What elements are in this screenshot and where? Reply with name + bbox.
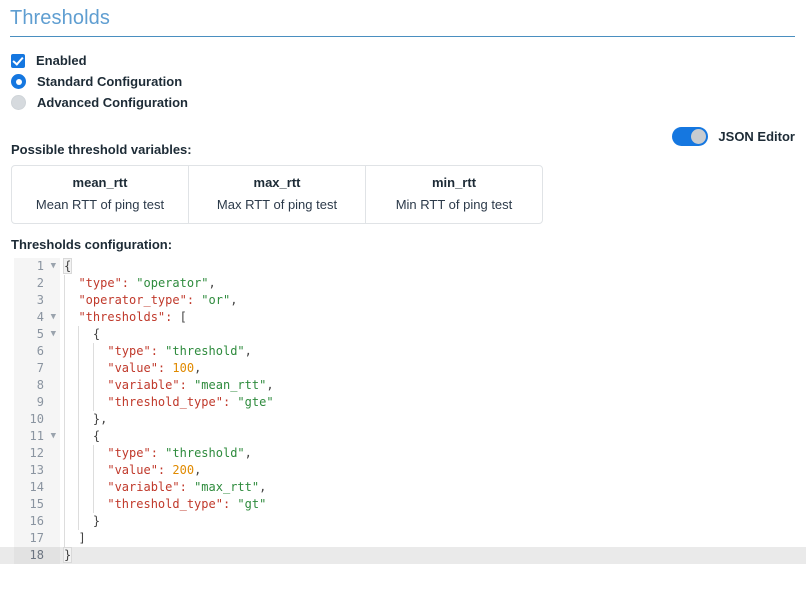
code-line[interactable]: 18}: [0, 547, 806, 565]
code-line[interactable]: 1 ▼{: [0, 258, 806, 276]
fold-arrow-icon[interactable]: ▼: [51, 428, 56, 445]
line-number: 13: [14, 462, 60, 480]
line-number: 1 ▼: [14, 258, 60, 276]
variable-cell: max_rtt Max RTT of ping test: [188, 166, 365, 224]
fold-arrow-icon[interactable]: ▼: [51, 309, 56, 326]
standard-configuration-radio-row[interactable]: Standard Configuration: [11, 72, 806, 91]
code-text: {: [92, 327, 101, 342]
line-number: 10: [14, 411, 60, 429]
json-code-editor[interactable]: 1 ▼{2 "type": "operator", 3 "operator_type…: [0, 258, 806, 573]
variable-description: Max RTT of ping test: [216, 196, 338, 212]
enabled-checkbox-row[interactable]: Enabled: [11, 51, 806, 70]
code-text: ]: [78, 531, 86, 546]
code-text: {: [62, 258, 73, 275]
code-text: "value": 200,: [107, 463, 202, 478]
line-number: 16: [14, 513, 60, 531]
standard-configuration-radio[interactable]: [11, 74, 26, 89]
toggle-knob-icon: [691, 129, 707, 144]
thresholds-configuration-label: Thresholds configuration:: [11, 237, 173, 253]
variable-name: mean_rtt: [72, 175, 128, 190]
code-line[interactable]: 11 ▼ {: [0, 428, 806, 446]
code-text: "threshold_type": "gte": [107, 395, 274, 410]
line-number: 12: [14, 445, 60, 463]
line-number: 14: [14, 479, 60, 497]
code-line[interactable]: 7 "value": 100,: [0, 360, 806, 378]
line-number: 5 ▼: [14, 326, 60, 344]
threshold-variables-table: mean_rtt Mean RTT of ping test max_rtt M…: [11, 165, 543, 225]
line-number: 6: [14, 343, 60, 361]
line-number: 18: [14, 547, 60, 565]
code-text: "variable": "max_rtt",: [107, 480, 267, 495]
variable-description: Mean RTT of ping test: [35, 196, 165, 212]
code-line[interactable]: 2 "type": "operator",: [0, 275, 806, 293]
code-text: {: [92, 429, 101, 444]
code-text: "value": 100,: [107, 361, 202, 376]
line-number: 17: [14, 530, 60, 548]
code-line[interactable]: 3 "operator_type": "or",: [0, 292, 806, 310]
code-text: "thresholds": [: [78, 310, 187, 325]
code-text: }: [62, 547, 73, 564]
enabled-checkbox[interactable]: [11, 53, 25, 68]
code-text: "operator_type": "or",: [78, 293, 238, 308]
advanced-configuration-radio-row[interactable]: Advanced Configuration: [11, 93, 806, 112]
line-number: 8: [14, 377, 60, 395]
variable-description: Min RTT of ping test: [395, 196, 513, 212]
code-line[interactable]: 10 },: [0, 411, 806, 429]
code-text: },: [92, 412, 108, 427]
variable-cell: mean_rtt Mean RTT of ping test: [12, 166, 188, 223]
code-line[interactable]: 14 "variable": "max_rtt",: [0, 479, 806, 497]
json-editor-toggle-switch[interactable]: [672, 127, 709, 146]
code-line[interactable]: 4 ▼ "thresholds": [: [0, 309, 806, 327]
line-number: 15: [14, 496, 60, 514]
json-editor-toggle-label: JSON Editor: [718, 129, 795, 144]
line-number: 3: [14, 292, 60, 310]
code-text: }: [92, 514, 101, 529]
code-text: "threshold_type": "gt": [107, 497, 267, 512]
line-number: 2: [14, 275, 60, 293]
code-line[interactable]: 5 ▼ {: [0, 326, 806, 344]
variable-name: min_rtt: [431, 175, 477, 190]
code-line[interactable]: 6 "type": "threshold",: [0, 343, 806, 361]
code-line[interactable]: 8 "variable": "mean_rtt",: [0, 377, 806, 395]
options-group: Enabled Standard Configuration Advanced …: [0, 37, 806, 112]
code-line[interactable]: 15 "threshold_type": "gt": [0, 496, 806, 514]
page-title: Thresholds: [10, 7, 110, 29]
variable-cell: min_rtt Min RTT of ping test: [365, 166, 542, 224]
code-text: "type": "threshold",: [107, 344, 252, 359]
enabled-label: Enabled: [36, 53, 87, 68]
code-line[interactable]: 12 "type": "threshold",: [0, 445, 806, 463]
code-text: "type": "threshold",: [107, 446, 252, 461]
code-text: "type": "operator",: [78, 276, 216, 291]
fold-arrow-icon[interactable]: ▼: [51, 258, 56, 275]
json-editor-toggle-row[interactable]: JSON Editor: [672, 127, 795, 146]
code-text: "variable": "mean_rtt",: [107, 378, 274, 393]
advanced-configuration-radio[interactable]: [11, 95, 26, 110]
line-number: 7: [14, 360, 60, 378]
variable-name: max_rtt: [253, 175, 301, 190]
code-line[interactable]: 17 ]: [0, 530, 806, 548]
line-number: 11 ▼: [14, 428, 60, 446]
line-number: 4 ▼: [14, 309, 60, 327]
fold-arrow-icon[interactable]: ▼: [51, 326, 56, 343]
standard-configuration-label: Standard Configuration: [37, 74, 183, 89]
line-number: 9: [14, 394, 60, 412]
advanced-configuration-label: Advanced Configuration: [37, 95, 188, 110]
code-line[interactable]: 9 "threshold_type": "gte": [0, 394, 806, 412]
code-line[interactable]: 13 "value": 200,: [0, 462, 806, 480]
code-line[interactable]: 16 }: [0, 513, 806, 531]
